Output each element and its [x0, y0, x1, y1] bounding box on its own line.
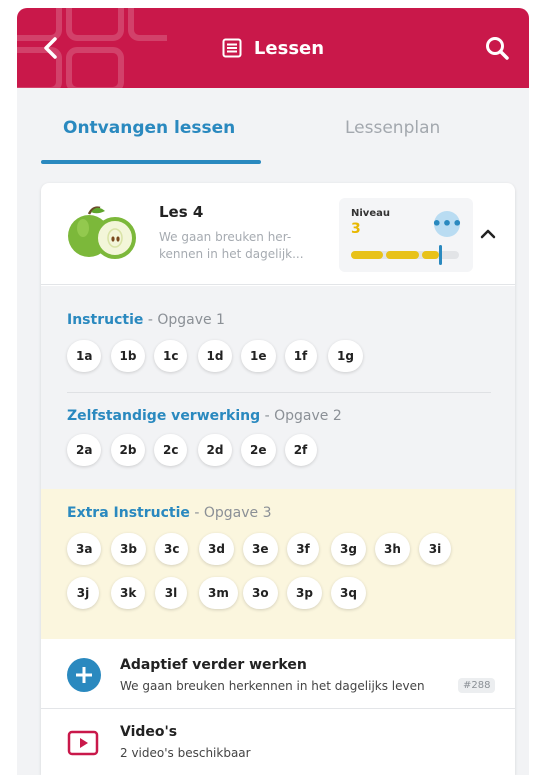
more-dots-icon[interactable]: ••• [432, 211, 462, 237]
instruction-sections: Instructie - Opgave 1 1a 1b 1c 1d 1e 1f 1g Zel… [41, 286, 515, 489]
section-title-zelfstandige-verwerking: Zelfstandige verwerking - Opgave 2 [67, 408, 342, 424]
lesson-title: Les 4 [159, 203, 204, 221]
niveau-bar-segment [422, 251, 439, 259]
exercise-chip-2c[interactable]: 2c [154, 434, 188, 466]
extra-instruction-section: Extra Instructie - Opgave 3 3a 3b 3c 3d 3e 3f… [41, 489, 515, 639]
search-icon[interactable] [483, 34, 511, 62]
exercise-chip-3l[interactable]: 3l [155, 577, 187, 609]
exercise-chip-2d[interactable]: 2d [197, 434, 233, 466]
top-bar: Lessen [17, 8, 529, 88]
plus-icon [67, 658, 101, 692]
videos-subtitle: 2 video's beschikbaar [120, 746, 251, 760]
section-subtitle: Opgave 1 [157, 312, 225, 328]
adaptive-subtitle: We gaan breuken herkennen in het dagelij… [120, 679, 425, 693]
adaptive-tag: #288 [458, 678, 496, 693]
exercise-chip-1a[interactable]: 1a [67, 340, 102, 372]
exercise-chip-3p[interactable]: 3p [287, 577, 322, 609]
niveau-label: Niveau [351, 208, 390, 219]
exercise-chip-3f[interactable]: 3f [287, 533, 319, 565]
exercise-chip-1b[interactable]: 1b [110, 340, 146, 372]
page-title: Lessen [253, 37, 325, 59]
tab-bar: Ontvangen lessen Lessenplan [17, 88, 529, 164]
exercise-chip-1f[interactable]: 1f [284, 340, 317, 372]
exercise-chip-3e[interactable]: 3e [243, 533, 278, 565]
exercise-chip-1g[interactable]: 1g [328, 340, 363, 372]
exercise-chip-3h[interactable]: 3h [375, 533, 410, 565]
tab-ontvangen-lessen[interactable]: Ontvangen lessen [63, 118, 235, 138]
section-divider [67, 392, 491, 393]
page-title-group: Lessen [17, 34, 529, 62]
lesson-header[interactable]: Les 4 We gaan breuken her- kennen in het… [41, 183, 515, 285]
active-tab-indicator [41, 160, 261, 164]
niveau-value: 3 [351, 221, 361, 237]
exercise-chip-1c[interactable]: 1c [154, 340, 188, 372]
exercise-chip-1e[interactable]: 1e [241, 340, 276, 372]
apple-icon [68, 206, 136, 259]
exercise-chip-3q[interactable]: 3q [331, 577, 366, 609]
play-icon [67, 730, 99, 756]
lesson-description: We gaan breuken her- kennen in het dagel… [159, 230, 304, 261]
videos-row[interactable]: Video's 2 video's beschikbaar [41, 709, 515, 775]
niveau-marker [439, 245, 442, 265]
niveau-bar-segment [386, 251, 419, 259]
exercise-chip-3k[interactable]: 3k [111, 577, 146, 609]
exercise-chip-1d[interactable]: 1d [197, 340, 233, 372]
section-subtitle: Opgave 3 [203, 505, 272, 521]
niveau-bar-segment [351, 251, 383, 259]
chevron-up-icon[interactable] [477, 223, 499, 245]
section-title-instructie: Instructie - Opgave 1 [67, 312, 225, 328]
exercise-chip-3m[interactable]: 3m [199, 577, 238, 609]
section-name: Extra Instructie [67, 505, 190, 521]
exercise-chip-3o[interactable]: 3o [243, 577, 278, 609]
niveau-panel[interactable]: Niveau 3 ••• [339, 198, 473, 272]
exercise-chip-3i[interactable]: 3i [419, 533, 451, 565]
section-name: Zelfstandige verwerking [67, 408, 261, 424]
list-icon [222, 38, 242, 58]
section-subtitle: Opgave 2 [274, 408, 342, 424]
exercise-chip-2b[interactable]: 2b [110, 434, 146, 466]
lesson-card: Les 4 We gaan breuken her- kennen in het… [41, 183, 515, 775]
exercise-chip-2e[interactable]: 2e [241, 434, 276, 466]
exercise-chip-3g[interactable]: 3g [331, 533, 366, 565]
exercise-chip-2a[interactable]: 2a [67, 434, 102, 466]
exercise-chip-3d[interactable]: 3d [199, 533, 234, 565]
exercise-chip-2f[interactable]: 2f [284, 434, 317, 466]
exercise-chip-3j[interactable]: 3j [67, 577, 99, 609]
exercise-chip-3b[interactable]: 3b [111, 533, 146, 565]
app-window: Lessen Ontvangen lessen Lessenplan Les 4 [17, 8, 529, 775]
videos-title: Video's [120, 724, 178, 740]
exercise-chip-3a[interactable]: 3a [67, 533, 102, 565]
tab-lessenplan[interactable]: Lessenplan [345, 118, 440, 138]
adaptive-row[interactable]: Adaptief verder werken We gaan breuken h… [41, 639, 515, 709]
section-name: Instructie [67, 312, 144, 328]
section-title-extra-instructie: Extra Instructie - Opgave 3 [67, 505, 272, 521]
exercise-chip-3c[interactable]: 3c [155, 533, 189, 565]
adaptive-title: Adaptief verder werken [120, 657, 307, 673]
